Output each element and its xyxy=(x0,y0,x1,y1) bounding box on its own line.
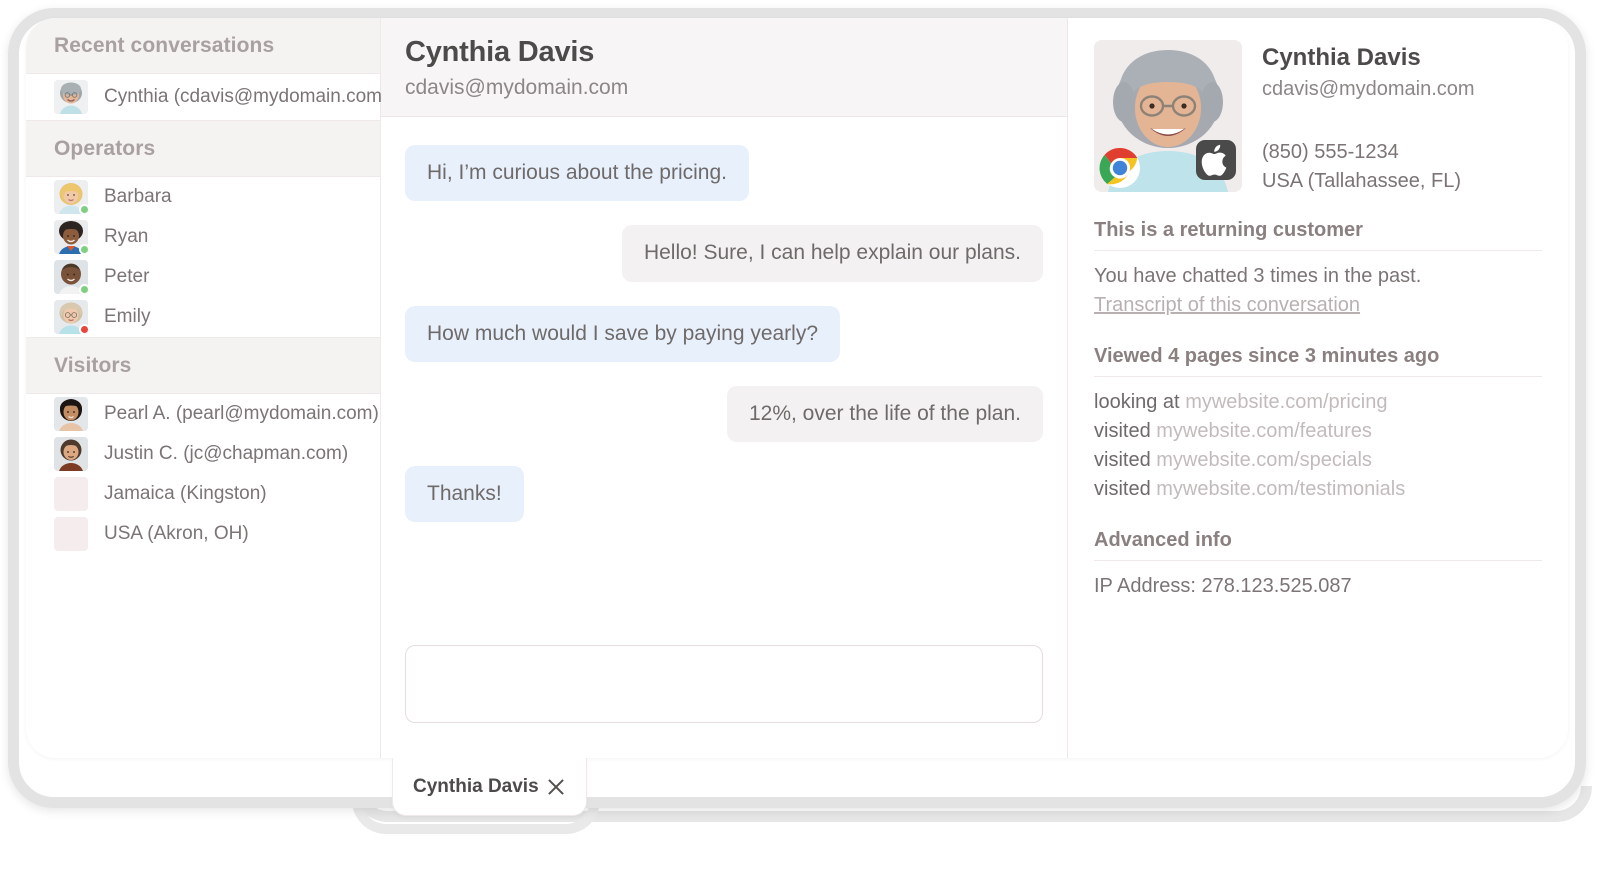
tab-bar: Cynthia Davis xyxy=(392,758,587,816)
avatar xyxy=(54,220,88,254)
list-item-label: USA (Akron, OH) xyxy=(104,523,249,544)
profile-phone: (850) 555-1234 xyxy=(1262,141,1399,163)
message-row: Hi, I’m curious about the pricing. xyxy=(405,145,1043,202)
screen: Recent conversations Cynthia (cdavis@myd… xyxy=(0,0,1600,870)
message-bubble: Thanks! xyxy=(405,466,524,523)
list-item-label: Ryan xyxy=(104,226,149,247)
page-title: Cynthia Davis xyxy=(405,36,595,68)
status-dot xyxy=(79,244,88,254)
message-input[interactable] xyxy=(405,645,1043,723)
apple-icon xyxy=(1194,138,1238,182)
transcript-link[interactable]: Transcript of this conversation xyxy=(1094,292,1360,319)
message-row: 12%, over the life of the plan. xyxy=(405,385,1043,442)
list-item[interactable]: Ryan xyxy=(26,217,380,257)
message-row: Thanks! xyxy=(405,466,1043,523)
status-dot xyxy=(79,324,88,334)
list-item[interactable]: Cynthia (cdavis@mydomain.com) xyxy=(26,74,388,120)
status-dot xyxy=(79,284,88,294)
list-item[interactable]: Justin C. (jc@chapman.com) xyxy=(26,434,380,474)
avatar-placeholder xyxy=(54,477,88,511)
page-visit-verb: visited xyxy=(1094,449,1151,471)
tab-cynthia-davis[interactable]: Cynthia Davis xyxy=(392,758,587,816)
page-visit-url: mywebsite.com/features xyxy=(1156,420,1372,442)
advanced-info-body: IP Address: 278.123.525.087 xyxy=(1094,573,1542,600)
page-visit-verb: visited xyxy=(1094,478,1151,500)
status-dot xyxy=(79,204,88,214)
list-item[interactable]: Jamaica (Kingston) xyxy=(26,474,380,514)
sidebar-section-header-operators: Operators xyxy=(26,120,380,177)
avatar xyxy=(54,300,88,334)
chat-header-email: cdavis@mydomain.com xyxy=(405,76,629,99)
list-item-label: Barbara xyxy=(104,186,172,207)
tab-label: Cynthia Davis xyxy=(413,775,539,797)
page-visit-row: looking at mywebsite.com/pricing xyxy=(1094,389,1542,416)
avatar xyxy=(54,397,88,431)
viewed-pages-list: looking at mywebsite.com/pricing visited… xyxy=(1094,389,1542,503)
avatar xyxy=(54,437,88,471)
list-item[interactable]: USA (Akron, OH) xyxy=(26,514,380,554)
viewed-pages-title: Viewed 4 pages since 3 minutes ago xyxy=(1094,345,1542,377)
avatar xyxy=(54,260,88,294)
page-visit-url: mywebsite.com/specials xyxy=(1156,449,1372,471)
list-item-label: Pearl A. (pearl@mydomain.com) xyxy=(104,403,379,424)
profile-email: cdavis@mydomain.com xyxy=(1262,78,1475,100)
avatar xyxy=(54,180,88,214)
returning-customer-title: This is a returning customer xyxy=(1094,219,1542,251)
list-item[interactable]: Pearl A. (pearl@mydomain.com) xyxy=(26,394,380,434)
chat-header: Cynthia Davis cdavis@mydomain.com xyxy=(381,18,1067,117)
page-visit-verb: visited xyxy=(1094,420,1151,442)
avatar-placeholder xyxy=(54,517,88,551)
message-bubble: 12%, over the life of the plan. xyxy=(726,385,1043,442)
profile-location: USA (Tallahassee, FL) xyxy=(1262,170,1461,192)
list-item[interactable]: Barbara xyxy=(26,177,380,217)
sidebar-section-header-recent: Recent conversations xyxy=(26,18,380,74)
advanced-info-title: Advanced info xyxy=(1094,529,1542,561)
message-row: Hello! Sure, I can help explain our plan… xyxy=(405,225,1043,282)
list-item-label: Jamaica (Kingston) xyxy=(104,483,267,504)
list-item-label: Cynthia (cdavis@mydomain.com) xyxy=(104,86,389,107)
page-visit-verb: looking at xyxy=(1094,391,1180,413)
message-list: Hi, I’m curious about the pricing. Hello… xyxy=(381,117,1067,629)
sidebar: Recent conversations Cynthia (cdavis@myd… xyxy=(26,18,388,758)
close-icon[interactable] xyxy=(546,777,566,797)
app-window: Recent conversations Cynthia (cdavis@myd… xyxy=(26,18,1568,758)
avatar xyxy=(1094,40,1242,192)
profile-header: Cynthia Davis cdavis@mydomain.com (850) … xyxy=(1094,40,1542,193)
page-visit-row: visited mywebsite.com/testimonials xyxy=(1094,476,1542,503)
sidebar-section-header-visitors: Visitors xyxy=(26,337,380,394)
page-visit-row: visited mywebsite.com/features xyxy=(1094,418,1542,445)
visitor-profile-panel: Cynthia Davis cdavis@mydomain.com (850) … xyxy=(1068,18,1568,758)
composer xyxy=(381,629,1067,758)
profile-name: Cynthia Davis xyxy=(1262,44,1421,71)
list-item-label: Justin C. (jc@chapman.com) xyxy=(104,443,349,464)
page-visit-url: mywebsite.com/pricing xyxy=(1185,391,1388,413)
list-item[interactable]: Peter xyxy=(26,257,380,297)
recent-conversations-list: Cynthia (cdavis@mydomain.com) xyxy=(26,74,388,120)
list-item-label: Emily xyxy=(104,306,151,327)
message-bubble: Hi, I’m curious about the pricing. xyxy=(405,145,749,202)
message-bubble: How much would I save by paying yearly? xyxy=(405,305,841,362)
profile-identity: Cynthia Davis cdavis@mydomain.com (850) … xyxy=(1262,40,1475,193)
message-row: How much would I save by paying yearly? xyxy=(405,305,1043,362)
operators-list: Barbara Ryan Peter Emily xyxy=(26,177,380,337)
returning-customer-body: You have chatted 3 times in the past. Tr… xyxy=(1094,263,1542,319)
page-visit-row: visited mywebsite.com/specials xyxy=(1094,447,1542,474)
chat-panel: Cynthia Davis cdavis@mydomain.com Hi, I’… xyxy=(381,18,1068,758)
chrome-icon xyxy=(1098,146,1142,190)
message-bubble: Hello! Sure, I can help explain our plan… xyxy=(621,225,1043,282)
visitors-list: Pearl A. (pearl@mydomain.com) Justin C. … xyxy=(26,394,380,554)
avatar xyxy=(54,80,88,114)
chat-count-text: You have chatted 3 times in the past. xyxy=(1094,265,1422,287)
page-visit-url: mywebsite.com/testimonials xyxy=(1156,478,1406,500)
ip-address-text: IP Address: 278.123.525.087 xyxy=(1094,575,1352,597)
list-item[interactable]: Emily xyxy=(26,297,380,337)
list-item-label: Peter xyxy=(104,266,150,287)
